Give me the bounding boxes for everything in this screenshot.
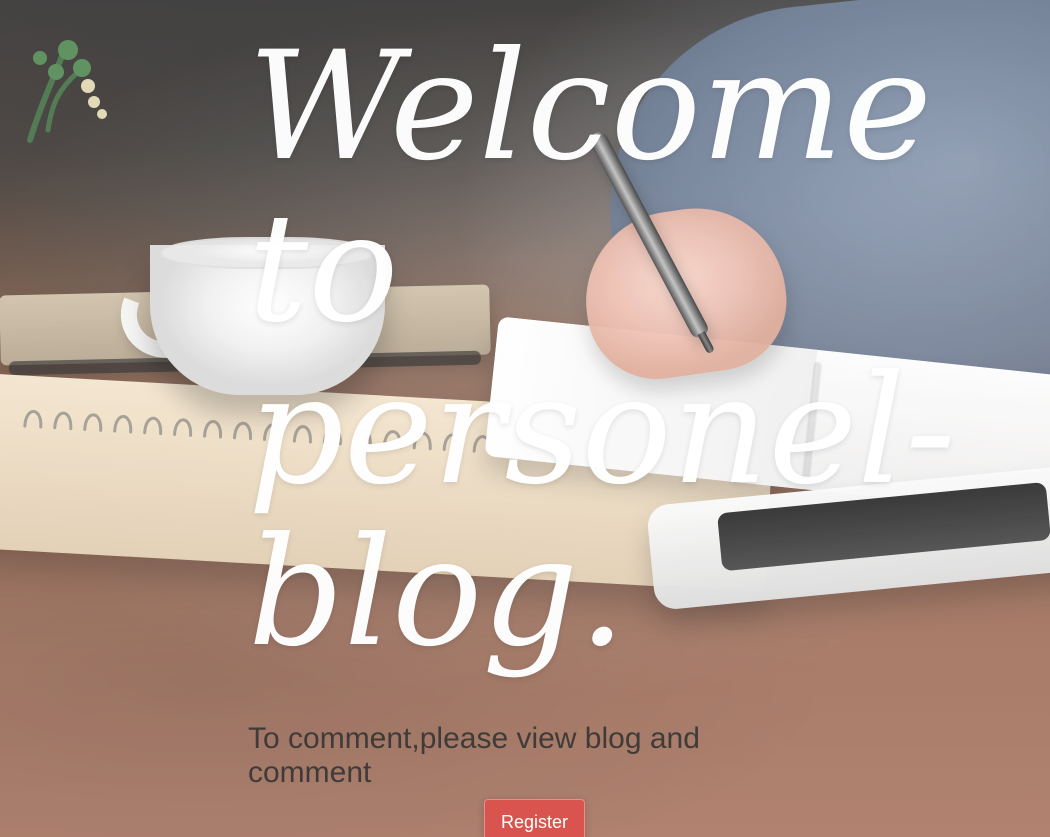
hero-section: Welcome to personel- blog. To comment,pl… bbox=[0, 0, 1050, 837]
hero-content: Welcome to personel- blog. To comment,pl… bbox=[248, 10, 956, 837]
register-button[interactable]: Register bbox=[484, 799, 585, 837]
hero-title: Welcome to personel- blog. bbox=[248, 20, 956, 680]
hero-subtitle: To comment,please view blog and comment bbox=[248, 722, 700, 789]
